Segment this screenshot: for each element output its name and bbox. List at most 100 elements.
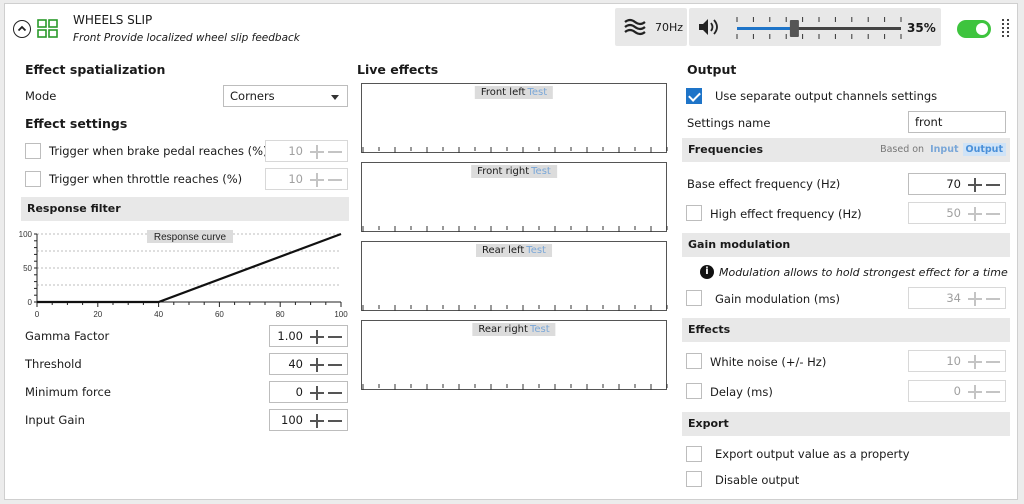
minus-icon[interactable] <box>985 177 1001 193</box>
frequency-indicator[interactable]: 70Hz <box>615 8 687 46</box>
inputgain-value: 100 <box>281 413 303 427</box>
test-link[interactable]: Test <box>526 245 546 256</box>
brake-stepper[interactable]: 10 <box>265 140 348 162</box>
live-chart-tag: Front right Test <box>471 165 557 178</box>
output-heading: Output <box>687 62 737 77</box>
based-on-input-option[interactable]: Input <box>930 144 958 155</box>
settings-name-input[interactable]: front <box>908 111 1006 133</box>
spatialization-heading: Effect spatialization <box>25 62 166 77</box>
drag-handle-icon[interactable] <box>1001 18 1011 40</box>
high-freq-checkbox[interactable] <box>686 205 702 221</box>
minus-icon[interactable] <box>327 329 343 345</box>
minus-icon[interactable] <box>327 144 343 160</box>
plus-icon[interactable] <box>309 413 325 429</box>
brake-label: Trigger when brake pedal reaches (%) <box>49 144 268 158</box>
delay-stepper[interactable]: 0 <box>908 380 1006 402</box>
response-curve-chart: 0 20 40 60 80 100 0 50 100 Response curve <box>19 230 348 319</box>
minus-icon[interactable] <box>985 354 1001 370</box>
base-freq-value: 70 <box>946 177 961 191</box>
separate-output-checkbox[interactable] <box>686 88 702 104</box>
throttle-checkbox[interactable] <box>25 171 41 187</box>
live-chart-axis <box>362 384 668 390</box>
live-chart-label: Front left <box>480 87 526 98</box>
waves-icon <box>624 18 646 36</box>
plus-icon[interactable] <box>967 177 983 193</box>
test-link[interactable]: Test <box>531 166 551 177</box>
volume-slider[interactable] <box>733 14 905 42</box>
throttle-label: Trigger when throttle reaches (%) <box>49 172 243 186</box>
effects-header: Effects <box>682 318 1010 342</box>
plus-icon[interactable] <box>309 329 325 345</box>
disable-output-checkbox[interactable] <box>686 471 702 487</box>
collapse-icon[interactable] <box>13 20 31 38</box>
export-property-checkbox[interactable] <box>686 446 702 462</box>
high-freq-stepper[interactable]: 50 <box>908 202 1006 224</box>
throttle-stepper[interactable]: 10 <box>265 168 348 190</box>
gain-mod-stepper[interactable]: 34 <box>908 287 1006 309</box>
high-freq-label: High effect frequency (Hz) <box>710 207 862 221</box>
plus-icon[interactable] <box>309 385 325 401</box>
settings-heading: Effect settings <box>25 116 128 131</box>
y-tick-label: 50 <box>23 264 32 273</box>
x-tick-label: 60 <box>215 310 224 319</box>
response-filter-header: Response filter <box>21 197 349 221</box>
white-noise-value: 10 <box>946 354 961 368</box>
effect-grid-icon <box>37 19 59 42</box>
mode-select[interactable]: Corners <box>223 85 348 107</box>
based-on-output-option[interactable]: Output <box>962 143 1006 156</box>
delay-checkbox[interactable] <box>686 383 702 399</box>
mode-select-value: Corners <box>230 89 275 103</box>
plus-icon[interactable] <box>967 291 983 307</box>
base-freq-stepper[interactable]: 70 <box>908 173 1006 195</box>
white-noise-checkbox[interactable] <box>686 353 702 369</box>
based-on-label: Based on <box>880 144 925 155</box>
frequencies-title: Frequencies <box>688 143 763 156</box>
minus-icon[interactable] <box>327 385 343 401</box>
test-link[interactable]: Test <box>527 87 547 98</box>
effect-enable-toggle[interactable] <box>957 20 991 38</box>
minus-icon[interactable] <box>985 206 1001 222</box>
plus-icon[interactable] <box>309 144 325 160</box>
plus-icon[interactable] <box>967 354 983 370</box>
response-curve-title: Response curve <box>154 232 227 243</box>
live-chart-label: Rear right <box>478 324 528 335</box>
y-tick-label: 0 <box>28 298 33 307</box>
gain-mod-checkbox[interactable] <box>686 290 702 306</box>
mode-label: Mode <box>25 89 57 103</box>
plus-icon[interactable] <box>309 357 325 373</box>
minforce-label: Minimum force <box>25 385 111 399</box>
plus-icon[interactable] <box>967 206 983 222</box>
export-property-label: Export output value as a property <box>715 447 910 461</box>
brake-checkbox[interactable] <box>25 143 41 159</box>
minus-icon[interactable] <box>327 172 343 188</box>
minus-icon[interactable] <box>327 413 343 429</box>
test-link[interactable]: Test <box>530 324 550 335</box>
inputgain-label: Input Gain <box>25 413 85 427</box>
minus-icon[interactable] <box>985 291 1001 307</box>
live-chart-label: Rear left <box>482 245 525 256</box>
y-tick-label: 100 <box>19 230 33 239</box>
live-chart-front-right: Front right Test <box>361 162 668 232</box>
plus-icon[interactable] <box>309 172 325 188</box>
gamma-value: 1.00 <box>277 329 303 343</box>
live-chart-label: Front right <box>477 166 530 177</box>
gamma-stepper[interactable]: 1.00 <box>269 325 348 347</box>
white-noise-stepper[interactable]: 10 <box>908 350 1006 372</box>
x-tick-label: 0 <box>35 310 40 319</box>
minforce-stepper[interactable]: 0 <box>269 381 348 403</box>
minus-icon[interactable] <box>985 384 1001 400</box>
threshold-stepper[interactable]: 40 <box>269 353 348 375</box>
export-header: Export <box>682 412 1010 436</box>
plus-icon[interactable] <box>967 384 983 400</box>
delay-label: Delay (ms) <box>710 385 773 399</box>
minforce-value: 0 <box>295 385 303 399</box>
live-chart-tag: Front left Test <box>474 86 554 99</box>
gamma-label: Gamma Factor <box>25 329 110 343</box>
minus-icon[interactable] <box>327 357 343 373</box>
live-chart-rear-right: Rear right Test <box>361 320 668 390</box>
live-effects-heading: Live effects <box>357 62 439 77</box>
effect-panel: WHEELS SLIP Front Provide localized whee… <box>4 3 1018 500</box>
live-chart-axis <box>362 226 668 232</box>
live-chart-axis <box>362 147 668 153</box>
inputgain-stepper[interactable]: 100 <box>269 409 348 431</box>
